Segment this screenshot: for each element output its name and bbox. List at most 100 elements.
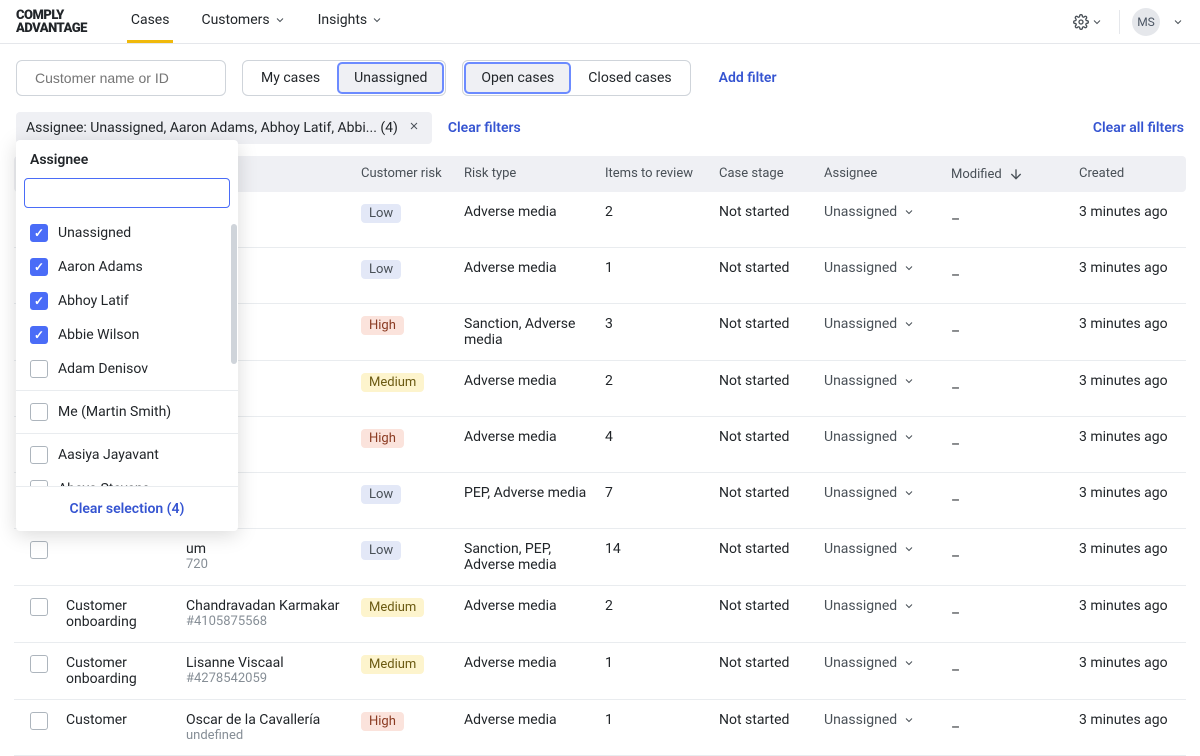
assignee-option[interactable]: Abayo Stevens <box>16 472 238 486</box>
table-row[interactable]: Customer onboardingLisanne Viscaal#42785… <box>14 643 1186 700</box>
clear-filters-link[interactable]: Clear filters <box>448 120 521 136</box>
customer-id: 720 <box>186 557 361 572</box>
option-checkbox[interactable] <box>30 480 48 486</box>
option-checkbox[interactable] <box>30 446 48 464</box>
assignee-option[interactable]: Unassigned <box>16 216 238 250</box>
items-count: 2 <box>605 204 719 235</box>
segment-open-cases[interactable]: Open cases <box>465 63 570 93</box>
search-input[interactable] <box>35 70 216 86</box>
nav-tabs: Cases Customers Insights <box>127 0 387 43</box>
assignee-option[interactable]: Abhoy Latif <box>16 284 238 318</box>
chevron-down-icon <box>371 14 383 26</box>
assignee-cell[interactable]: Unassigned <box>824 373 951 389</box>
assignee-cell[interactable]: Unassigned <box>824 541 951 557</box>
modified: – <box>951 485 1079 516</box>
settings-button[interactable] <box>1069 10 1107 34</box>
dropdown-title: Assignee <box>16 140 238 178</box>
chip-close-button[interactable] <box>406 118 422 138</box>
chevron-down-icon[interactable] <box>1172 16 1184 28</box>
customer-name: Lisanne Viscaal <box>186 655 361 671</box>
risk-badge: Low <box>361 260 401 279</box>
nav-tab-customers[interactable]: Customers <box>197 0 289 43</box>
risk-type: Adverse media <box>464 373 605 404</box>
col-customer-risk[interactable]: Customer risk <box>361 166 464 182</box>
assignee-cell[interactable]: Unassigned <box>824 204 951 220</box>
assignee-cell[interactable]: Unassigned <box>824 316 951 332</box>
dropdown-search[interactable] <box>24 178 230 208</box>
segment-my-cases[interactable]: My cases <box>245 63 336 93</box>
table-row[interactable]: Customer onboardingChandravadan Karmakar… <box>14 586 1186 643</box>
option-checkbox[interactable] <box>30 403 48 421</box>
assignee-cell[interactable]: Unassigned <box>824 655 951 671</box>
clear-selection-button[interactable]: Clear selection (4) <box>16 486 238 531</box>
customer-id: #4278542059 <box>186 671 361 686</box>
nav-tab-cases[interactable]: Cases <box>127 0 174 43</box>
add-filter-button[interactable]: Add filter <box>707 62 789 94</box>
assignee-cell[interactable]: Unassigned <box>824 712 951 728</box>
option-checkbox[interactable] <box>30 292 48 310</box>
risk-badge: High <box>361 429 404 448</box>
assignee-dropdown: Assignee Unassigned Aaron Adams Abhoy Lati… <box>16 140 238 531</box>
segment-unassigned[interactable]: Unassigned <box>338 63 443 93</box>
assignee-option[interactable]: Aasiya Jayavant <box>16 438 238 472</box>
assignee-option[interactable]: Me (Martin Smith) <box>16 395 238 429</box>
scrollbar[interactable] <box>231 224 237 364</box>
col-risk-type[interactable]: Risk type <box>464 166 605 182</box>
col-created[interactable]: Created <box>1079 166 1170 182</box>
case-type <box>66 541 186 573</box>
assignee-cell[interactable]: Unassigned <box>824 598 951 614</box>
user-avatar[interactable]: MS <box>1132 8 1160 36</box>
col-items[interactable]: Items to review <box>605 166 719 182</box>
assignee-option[interactable]: Adam Denisov <box>16 352 238 386</box>
assignee-cell[interactable]: Unassigned <box>824 485 951 501</box>
option-checkbox[interactable] <box>30 258 48 276</box>
row-checkbox[interactable] <box>30 712 48 730</box>
nav-tab-insights[interactable]: Insights <box>314 0 388 43</box>
col-modified[interactable]: Modified <box>951 166 1079 182</box>
toolbar: My casesUnassigned Open casesClosed case… <box>0 44 1200 112</box>
assignee-option[interactable]: Abbie Wilson <box>16 318 238 352</box>
case-stage: Not started <box>719 260 824 291</box>
assignee-cell[interactable]: Unassigned <box>824 260 951 276</box>
case-type: Customer onboarding <box>66 598 186 630</box>
modified: – <box>951 429 1079 460</box>
segment-closed-cases[interactable]: Closed cases <box>572 63 687 93</box>
items-count: 7 <box>605 485 719 516</box>
table-row[interactable]: CustomerOscar de la CavalleríaundefinedH… <box>14 700 1186 756</box>
customer-name: um <box>186 541 361 557</box>
option-label: Abbie Wilson <box>58 327 139 343</box>
modified: – <box>951 655 1079 687</box>
modified: – <box>951 316 1079 348</box>
assignee-cell[interactable]: Unassigned <box>824 429 951 445</box>
row-checkbox[interactable] <box>30 655 48 673</box>
risk-type: Adverse media <box>464 204 605 235</box>
row-checkbox[interactable] <box>30 598 48 616</box>
option-label: Abayo Stevens <box>58 481 150 486</box>
row-checkbox[interactable] <box>30 541 48 559</box>
col-stage[interactable]: Case stage <box>719 166 824 182</box>
chevron-down-icon <box>903 600 915 612</box>
risk-badge: Low <box>361 485 401 504</box>
items-count: 1 <box>605 260 719 291</box>
created: 3 minutes ago <box>1079 260 1170 291</box>
clear-all-filters-link[interactable]: Clear all filters <box>1093 120 1184 136</box>
col-assignee[interactable]: Assignee <box>824 166 951 182</box>
option-label: Aaron Adams <box>58 259 143 275</box>
sort-desc-icon <box>1008 166 1024 182</box>
chevron-down-icon <box>903 657 915 669</box>
search-box[interactable] <box>16 60 226 96</box>
items-count: 3 <box>605 316 719 348</box>
option-checkbox[interactable] <box>30 326 48 344</box>
items-count: 4 <box>605 429 719 460</box>
assignee-option[interactable]: Aaron Adams <box>16 250 238 284</box>
option-checkbox[interactable] <box>30 224 48 242</box>
chevron-down-icon <box>903 262 915 274</box>
option-checkbox[interactable] <box>30 360 48 378</box>
chevron-down-icon <box>903 431 915 443</box>
dropdown-search-input[interactable] <box>43 185 224 201</box>
option-label: Unassigned <box>58 225 131 241</box>
modified: – <box>951 204 1079 235</box>
case-stage: Not started <box>719 204 824 235</box>
table-row[interactable]: um720LowSanction, PEP, Adverse media14No… <box>14 529 1186 586</box>
header-right: MS <box>1069 8 1184 36</box>
